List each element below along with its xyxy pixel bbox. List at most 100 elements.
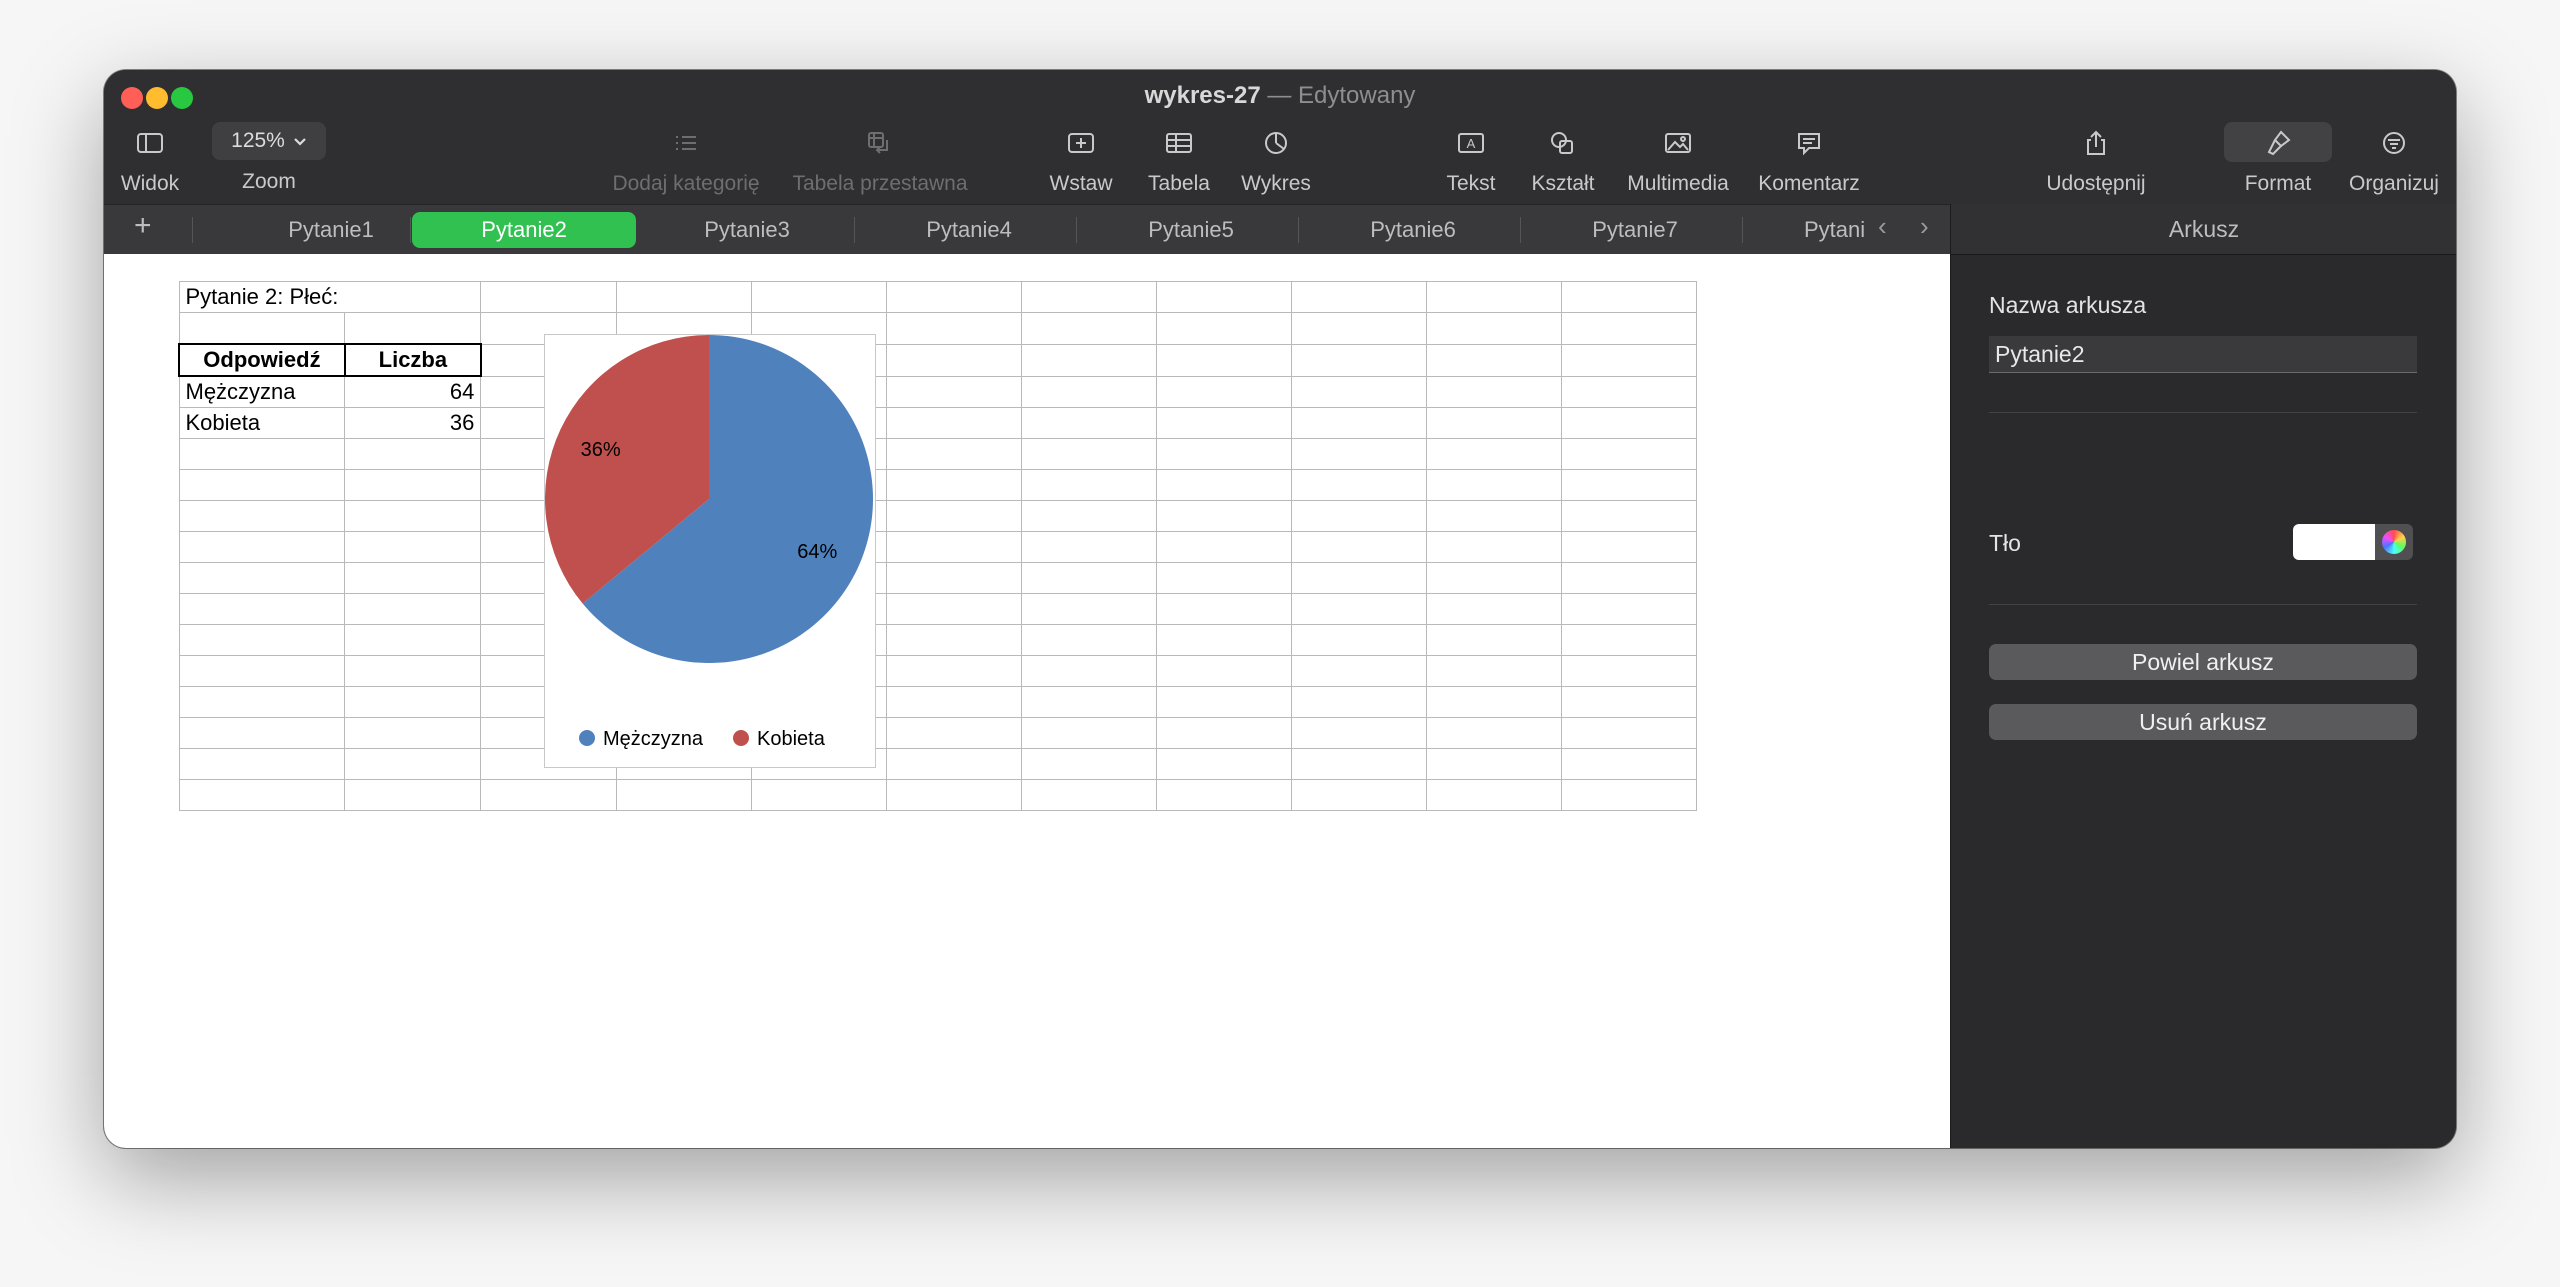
pivot-table-button[interactable]: Tabela przestawna <box>684 122 1076 196</box>
cell[interactable] <box>1290 531 1427 563</box>
cell[interactable] <box>344 624 482 656</box>
format-button[interactable]: Format <box>2224 122 2332 196</box>
cell[interactable] <box>1425 717 1562 749</box>
text-button[interactable]: A Tekst <box>1426 122 1516 196</box>
chevron-right-icon[interactable]: › <box>1920 211 1929 242</box>
cell[interactable] <box>178 717 346 749</box>
cell[interactable] <box>178 779 346 811</box>
view-button[interactable]: Widok <box>118 122 182 196</box>
cell[interactable] <box>1425 407 1562 439</box>
cell[interactable] <box>1425 375 1562 408</box>
cell[interactable] <box>1290 343 1427 377</box>
cell[interactable] <box>1425 593 1562 625</box>
cell[interactable] <box>178 531 346 563</box>
cell[interactable] <box>885 624 1022 656</box>
cell[interactable] <box>1560 686 1697 718</box>
cell[interactable] <box>885 531 1022 563</box>
cell[interactable] <box>1155 748 1292 780</box>
cell[interactable] <box>885 281 1022 313</box>
cell[interactable] <box>1020 312 1157 345</box>
cell[interactable] <box>344 562 482 594</box>
comment-button[interactable]: Komentarz <box>1756 122 1862 196</box>
header-answer-cell[interactable]: Odpowiedź <box>178 343 346 377</box>
cell[interactable] <box>1155 686 1292 718</box>
cell[interactable] <box>1155 531 1292 563</box>
cell[interactable] <box>1425 281 1562 313</box>
zoom-select[interactable]: 125% <box>212 122 326 160</box>
media-button[interactable]: Multimedia <box>1620 122 1736 196</box>
cell[interactable] <box>1020 375 1157 408</box>
cell[interactable] <box>1155 717 1292 749</box>
cell[interactable] <box>1020 655 1157 687</box>
chart-button[interactable]: Wykres <box>1226 122 1326 196</box>
color-picker-button[interactable] <box>2375 524 2413 560</box>
cell[interactable] <box>1020 593 1157 625</box>
cell[interactable] <box>480 281 617 313</box>
cell[interactable] <box>178 655 346 687</box>
cell[interactable] <box>1020 748 1157 780</box>
cell[interactable] <box>178 312 346 345</box>
header-count-cell[interactable]: Liczba <box>343 343 482 377</box>
cell[interactable] <box>885 717 1022 749</box>
tab-pytanie2[interactable]: Pytanie2 <box>412 212 636 248</box>
sheet-title-cell[interactable]: Pytanie 2: Płeć: <box>178 281 345 313</box>
cell[interactable] <box>1155 438 1292 470</box>
cell[interactable] <box>344 779 482 811</box>
tab-pytanie5[interactable]: Pytanie5 <box>1114 212 1268 248</box>
cell[interactable] <box>1020 407 1157 439</box>
cell[interactable] <box>178 624 346 656</box>
cell[interactable] <box>1425 531 1562 563</box>
cell[interactable] <box>1020 624 1157 656</box>
cell[interactable] <box>1425 312 1562 345</box>
cell[interactable] <box>1560 779 1697 811</box>
cell[interactable] <box>1290 624 1427 656</box>
tab-pytanie8[interactable]: Pytanie8 <box>1804 212 1866 248</box>
cell[interactable] <box>1155 343 1292 377</box>
cell[interactable] <box>885 655 1022 687</box>
sheet-name-input[interactable]: Pytanie2 <box>1989 336 2417 373</box>
cell[interactable] <box>885 343 1022 377</box>
cell[interactable] <box>1290 500 1427 532</box>
cell[interactable] <box>750 779 887 811</box>
add-sheet-button[interactable]: + <box>134 209 152 243</box>
cell[interactable] <box>1155 500 1292 532</box>
sheet-canvas[interactable]: Pytanie 2: Płeć: Odpowiedź Liczba Mężczy… <box>104 254 1950 1148</box>
cell[interactable] <box>1560 624 1697 656</box>
cell[interactable] <box>1290 562 1427 594</box>
cell[interactable] <box>1020 469 1157 501</box>
background-color-swatch[interactable] <box>2293 524 2375 560</box>
cell[interactable] <box>1020 438 1157 470</box>
cell[interactable] <box>885 438 1022 470</box>
cell[interactable] <box>1290 438 1427 470</box>
cell[interactable] <box>1020 500 1157 532</box>
cell[interactable] <box>1155 469 1292 501</box>
cell[interactable] <box>885 779 1022 811</box>
answer-cell[interactable]: Mężczyzna <box>178 375 346 408</box>
cell[interactable] <box>344 748 482 780</box>
cell[interactable] <box>1560 562 1697 594</box>
cell[interactable] <box>1560 748 1697 780</box>
cell[interactable] <box>344 593 482 625</box>
cell[interactable] <box>1020 281 1157 313</box>
cell[interactable] <box>1155 375 1292 408</box>
cell[interactable] <box>1560 593 1697 625</box>
insert-button[interactable]: Wstaw <box>1036 122 1126 196</box>
cell[interactable] <box>1560 407 1697 439</box>
pie-chart[interactable]: 64% 36% Mężczyzna Kobieta <box>544 334 876 768</box>
tab-pytanie4[interactable]: Pytanie4 <box>892 212 1046 248</box>
cell[interactable] <box>344 500 482 532</box>
cell[interactable] <box>1425 469 1562 501</box>
cell[interactable] <box>1560 531 1697 563</box>
cell[interactable] <box>885 375 1022 408</box>
cell[interactable] <box>1155 779 1292 811</box>
cell[interactable] <box>1290 748 1427 780</box>
cell[interactable] <box>1560 312 1697 345</box>
cell[interactable] <box>1560 500 1697 532</box>
cell[interactable] <box>344 531 482 563</box>
cell[interactable] <box>178 438 346 470</box>
cell[interactable] <box>178 748 346 780</box>
cell[interactable] <box>344 717 482 749</box>
shape-button[interactable]: Kształt <box>1518 122 1608 196</box>
cell[interactable] <box>1020 717 1157 749</box>
cell[interactable] <box>1425 779 1562 811</box>
